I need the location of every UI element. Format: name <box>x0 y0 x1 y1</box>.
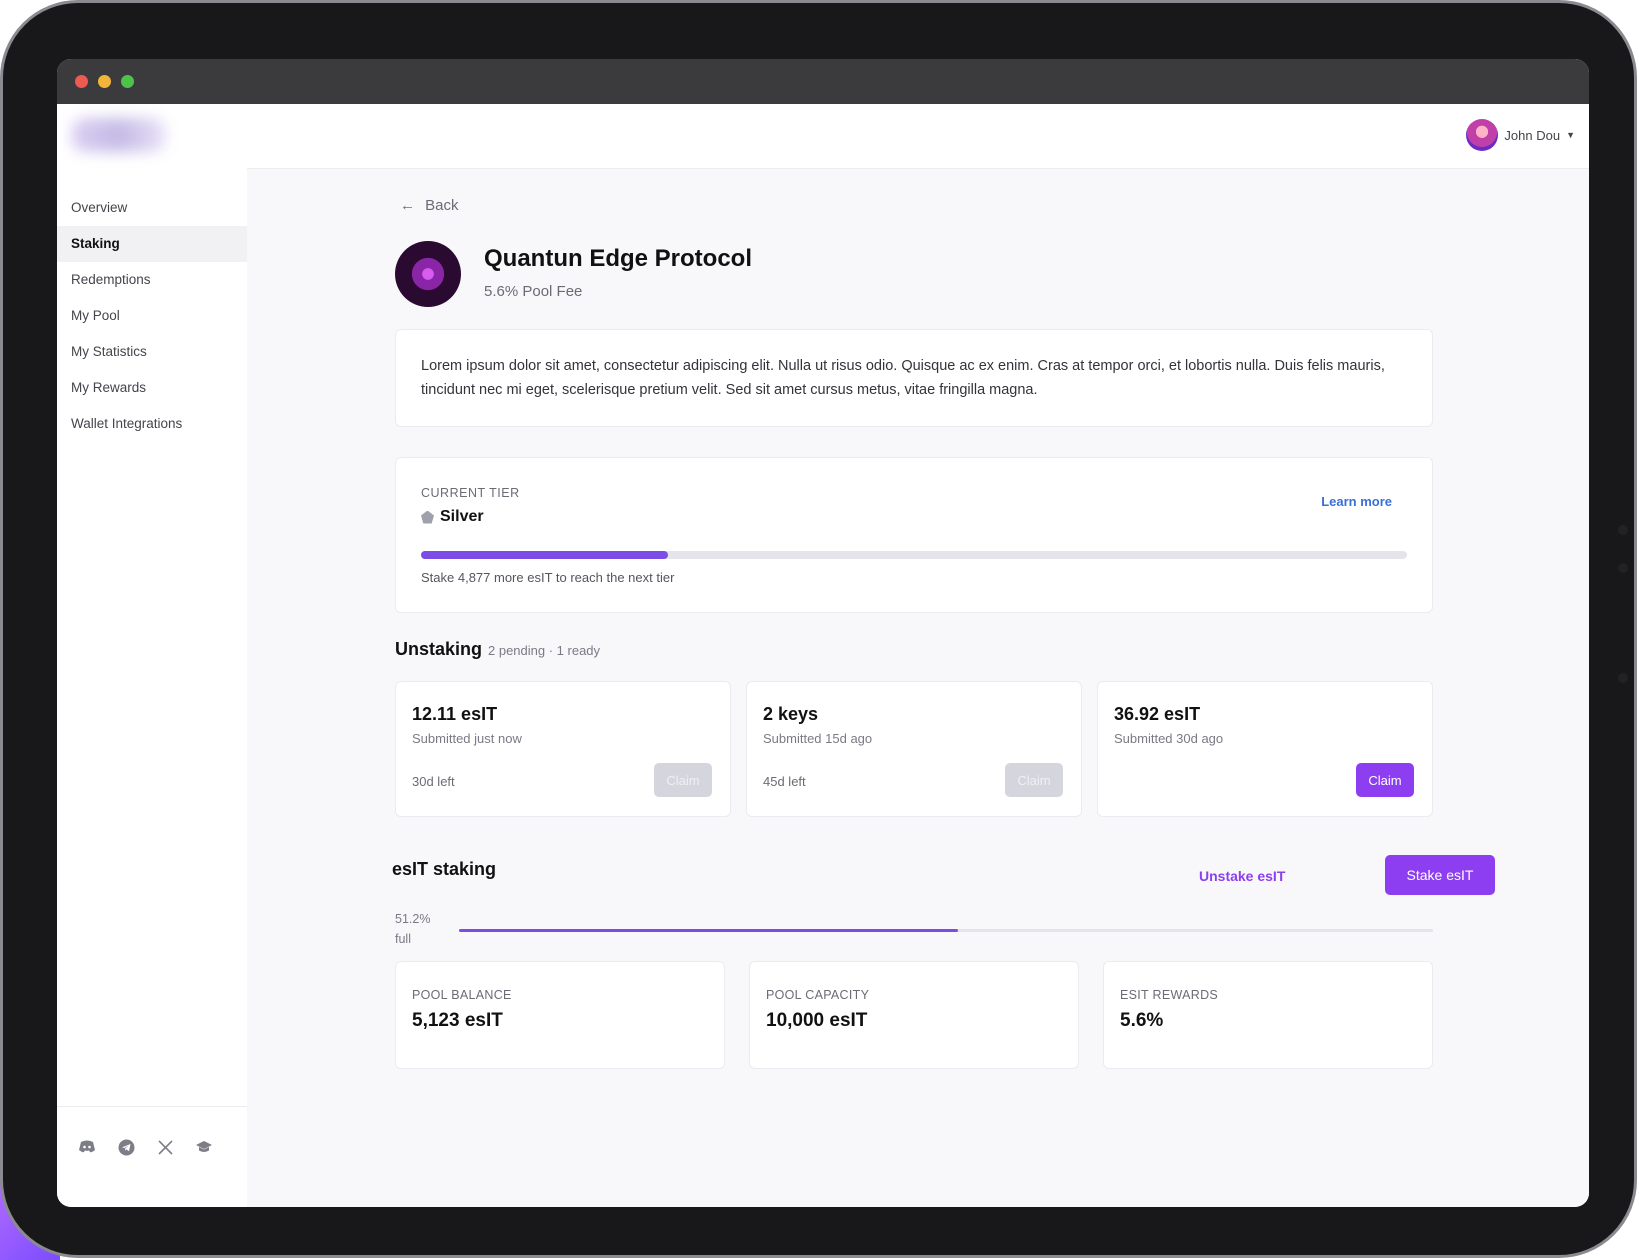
unstake-submitted: Submitted just now <box>412 731 522 746</box>
stat-label: ESIT REWARDS <box>1120 988 1219 1002</box>
close-window-button[interactable] <box>75 75 88 88</box>
main-content: ← Back Quantun Edge Protocol 5.6% Pool F… <box>247 169 1589 1207</box>
unstake-button[interactable]: Unstake esIT <box>1199 868 1285 884</box>
tier-name: Silver <box>421 508 484 526</box>
tier-name-text: Silver <box>440 508 484 525</box>
pool-fill-label: 51.2% full <box>395 909 430 949</box>
unstaking-title: Unstaking <box>395 639 483 659</box>
avatar[interactable] <box>1466 119 1499 151</box>
stat-value: 5,123 esIT <box>412 1010 503 1031</box>
sidebar-nav: Overview Staking Redemptions My Pool My … <box>57 190 247 442</box>
stake-button[interactable]: Stake esIT <box>1385 855 1495 895</box>
unstaking-meta: 2 pending · 1 ready <box>488 643 601 658</box>
stat-card: ESIT REWARDS 5.6% <box>1103 961 1433 1069</box>
chevron-down-icon[interactable]: ▼ <box>1566 130 1575 140</box>
claim-button[interactable]: Claim <box>1005 763 1063 797</box>
pool-fill-suffix: full <box>395 932 411 946</box>
claim-button[interactable]: Claim <box>1356 763 1414 797</box>
maximize-window-button[interactable] <box>121 75 134 88</box>
pool-fill-percent: 51.2% <box>395 912 431 926</box>
sidebar: Overview Staking Redemptions My Pool My … <box>57 104 248 1207</box>
unstake-amount: 12.11 esIT <box>412 704 498 724</box>
pool-fill-bar <box>459 929 1433 932</box>
protocol-description: Lorem ipsum dolor sit amet, consectetur … <box>421 358 1385 398</box>
user-name[interactable]: John Dou <box>1504 128 1560 143</box>
device-side-button <box>1618 673 1628 683</box>
tier-badge-icon <box>421 510 434 524</box>
sidebar-item-my-pool[interactable]: My Pool <box>57 298 247 334</box>
device-side-button <box>1618 563 1628 573</box>
sidebar-footer <box>57 1106 247 1207</box>
tier-progress-fill <box>421 551 668 559</box>
discord-icon[interactable] <box>77 1137 97 1157</box>
arrow-left-icon: ← <box>400 197 415 214</box>
stat-card: POOL BALANCE 5,123 esIT <box>395 961 725 1069</box>
minimize-window-button[interactable] <box>98 75 111 88</box>
user-menu[interactable]: John Dou ▼ <box>1466 118 1575 152</box>
back-link[interactable]: ← Back <box>400 197 459 214</box>
stat-value: 5.6% <box>1120 1010 1164 1031</box>
sidebar-item-my-statistics[interactable]: My Statistics <box>57 334 247 370</box>
claim-button[interactable]: Claim <box>654 763 712 797</box>
sidebar-item-my-rewards[interactable]: My Rewards <box>57 370 247 406</box>
learn-more-link[interactable]: Learn more <box>1321 494 1392 509</box>
docs-icon[interactable] <box>194 1137 214 1157</box>
sidebar-item-staking[interactable]: Staking <box>57 226 247 262</box>
protocol-logo <box>395 241 461 307</box>
tablet-frame: Overview Staking Redemptions My Pool My … <box>0 0 1637 1258</box>
unstake-card: 2 keys Submitted 15d ago 45d left Claim <box>746 681 1082 817</box>
stat-value: 10,000 esIT <box>766 1010 868 1031</box>
unstake-time-left: 30d left <box>412 774 455 789</box>
unstake-submitted: Submitted 30d ago <box>1114 731 1224 746</box>
tier-progress-bar <box>421 551 1407 559</box>
description-card: Lorem ipsum dolor sit amet, consectetur … <box>395 329 1433 427</box>
topbar: John Dou ▼ <box>247 104 1589 169</box>
app-window: Overview Staking Redemptions My Pool My … <box>57 59 1589 1207</box>
unstake-amount: 2 keys <box>763 704 819 724</box>
stat-label: POOL CAPACITY <box>766 988 870 1002</box>
unstake-time-left: 45d left <box>763 774 806 789</box>
tier-label: CURRENT TIER <box>421 486 520 500</box>
pool-fill-progress <box>459 929 958 932</box>
stat-label: POOL BALANCE <box>412 988 512 1002</box>
unstake-submitted: Submitted 15d ago <box>763 731 873 746</box>
unstake-card: 12.11 esIT Submitted just now 30d left C… <box>395 681 731 817</box>
telegram-icon[interactable] <box>116 1137 136 1157</box>
window-titlebar <box>57 59 1589 104</box>
tier-note: Stake 4,877 more esIT to reach the next … <box>421 570 675 585</box>
protocol-title: Quantun Edge Protocol <box>484 245 752 272</box>
tier-card: CURRENT TIER Silver Learn more Stake 4,8… <box>395 457 1433 613</box>
unstake-amount: 36.92 esIT <box>1114 704 1201 724</box>
back-label: Back <box>425 197 459 214</box>
sidebar-item-wallet-integrations[interactable]: Wallet Integrations <box>57 406 247 442</box>
staking-title: esIT staking <box>392 859 497 879</box>
device-side-button <box>1618 525 1628 535</box>
stat-card: POOL CAPACITY 10,000 esIT <box>749 961 1079 1069</box>
x-icon[interactable] <box>155 1137 175 1157</box>
unstake-card: 36.92 esIT Submitted 30d ago Claim <box>1097 681 1433 817</box>
protocol-fee: 5.6% Pool Fee <box>484 283 583 300</box>
app-logo[interactable] <box>71 118 166 152</box>
sidebar-item-overview[interactable]: Overview <box>57 190 247 226</box>
sidebar-item-redemptions[interactable]: Redemptions <box>57 262 247 298</box>
